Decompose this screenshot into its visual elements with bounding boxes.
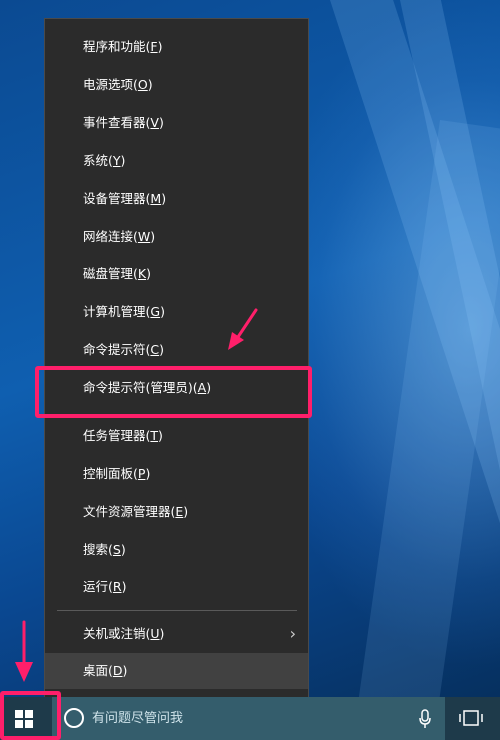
menu-separator (57, 610, 297, 611)
menu-item-event-viewer[interactable]: 事件查看器(V) (45, 105, 308, 141)
search-placeholder: 有问题尽管问我 (92, 711, 184, 726)
cortana-circle-icon (64, 708, 84, 728)
annotation-highlight-box (35, 366, 312, 418)
menu-item-search[interactable]: 搜索(S) (45, 532, 308, 568)
menu-item-desktop[interactable]: 桌面(D) (45, 653, 308, 689)
annotation-start-highlight-box (0, 691, 61, 740)
winx-context-menu: 程序和功能(F) 电源选项(O) 事件查看器(V) 系统(Y) 设备管理器(M)… (44, 18, 309, 700)
annotation-down-arrow-icon (15, 620, 33, 682)
menu-item-task-manager[interactable]: 任务管理器(T) (45, 418, 308, 454)
menu-item-file-explorer[interactable]: 文件资源管理器(E) (45, 494, 308, 530)
menu-item-computer-management[interactable]: 计算机管理(G) (45, 294, 308, 330)
microphone-icon[interactable] (419, 709, 431, 729)
menu-item-device-manager[interactable]: 设备管理器(M) (45, 181, 308, 217)
cortana-search-box[interactable]: 有问题尽管问我 (52, 697, 445, 740)
menu-item-shutdown-signout[interactable]: 关机或注销(U) › (45, 616, 308, 652)
menu-item-run[interactable]: 运行(R) (45, 569, 308, 605)
menu-item-control-panel[interactable]: 控制面板(P) (45, 456, 308, 492)
menu-item-programs-features[interactable]: 程序和功能(F) (45, 29, 308, 65)
annotation-arrow-icon (228, 308, 258, 350)
chevron-right-icon: › (289, 624, 296, 643)
menu-item-power-options[interactable]: 电源选项(O) (45, 67, 308, 103)
menu-item-network-connections[interactable]: 网络连接(W) (45, 219, 308, 255)
task-view-icon[interactable] (458, 708, 484, 728)
menu-item-system[interactable]: 系统(Y) (45, 143, 308, 179)
taskbar: 有问题尽管问我 (0, 697, 500, 740)
menu-item-command-prompt[interactable]: 命令提示符(C) (45, 332, 308, 368)
menu-item-disk-management[interactable]: 磁盘管理(K) (45, 256, 308, 292)
